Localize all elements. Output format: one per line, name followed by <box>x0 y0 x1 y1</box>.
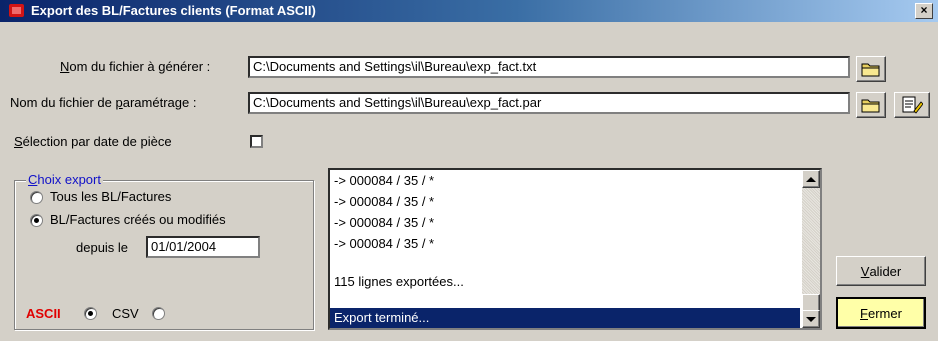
validate-button[interactable]: Valider <box>836 256 926 286</box>
edit-document-icon <box>902 96 923 114</box>
option-all-label: Tous les BL/Factures <box>50 189 172 204</box>
export-log-list[interactable]: -> 000084 / 35 / * -> 000084 / 35 / * ->… <box>328 168 822 330</box>
log-line: -> 000084 / 35 / * <box>334 215 435 230</box>
ascii-label: ASCII <box>26 306 61 321</box>
since-label: depuis le <box>76 240 129 255</box>
close-window-button[interactable]: × <box>915 3 933 19</box>
scroll-down-button[interactable] <box>802 310 820 328</box>
log-line: -> 000084 / 35 / * <box>334 194 435 209</box>
app-icon <box>9 4 24 17</box>
window-title: Export des BL/Factures clients (Format A… <box>31 3 316 18</box>
date-selection-checkbox[interactable] <box>250 135 263 148</box>
csv-label: CSV <box>112 306 139 321</box>
folder-icon <box>861 63 880 77</box>
radio-all-invoices[interactable] <box>30 191 43 204</box>
close-label: ermer <box>868 305 902 321</box>
log-line: -> 000084 / 35 / * <box>334 236 435 251</box>
log-line: -> 000084 / 35 / * <box>334 173 435 188</box>
log-status-selected[interactable]: Export terminé... <box>330 308 800 328</box>
option-modified-label: BL/Factures créés ou modifiés <box>50 212 226 227</box>
validate-label: alider <box>869 263 902 279</box>
output-file-field[interactable]: C:\Documents and Settings\il\Bureau\exp_… <box>248 56 850 78</box>
since-date-field[interactable]: 01/01/2004 <box>146 236 260 258</box>
param-file-label: Nom du fichier de paramétrage : <box>10 95 197 110</box>
radio-selected-dot <box>88 311 93 316</box>
date-selection-label: Sélection par date de pièce <box>14 134 172 149</box>
log-scrollbar[interactable] <box>802 170 820 328</box>
scroll-up-button[interactable] <box>802 170 820 188</box>
output-file-label: Nom du fichier à générer : <box>60 59 211 74</box>
arrow-down-icon <box>806 316 816 322</box>
export-choice-legend: Choix export <box>26 172 103 187</box>
close-label-accel: F <box>860 305 868 321</box>
arrow-up-icon <box>806 176 816 182</box>
radio-selected-dot <box>34 218 39 223</box>
radio-ascii[interactable] <box>84 307 97 320</box>
log-summary: 115 lignes exportées... <box>334 274 464 289</box>
validate-label-accel: V <box>860 263 870 279</box>
browse-param-button[interactable] <box>856 92 886 118</box>
edit-param-button[interactable] <box>894 92 930 118</box>
browse-output-button[interactable] <box>856 56 886 82</box>
param-file-field[interactable]: C:\Documents and Settings\il\Bureau\exp_… <box>248 92 850 114</box>
radio-modified-invoices[interactable] <box>30 214 43 227</box>
close-button[interactable]: Fermer <box>836 297 926 329</box>
folder-icon <box>861 99 880 113</box>
radio-csv[interactable] <box>152 307 165 320</box>
